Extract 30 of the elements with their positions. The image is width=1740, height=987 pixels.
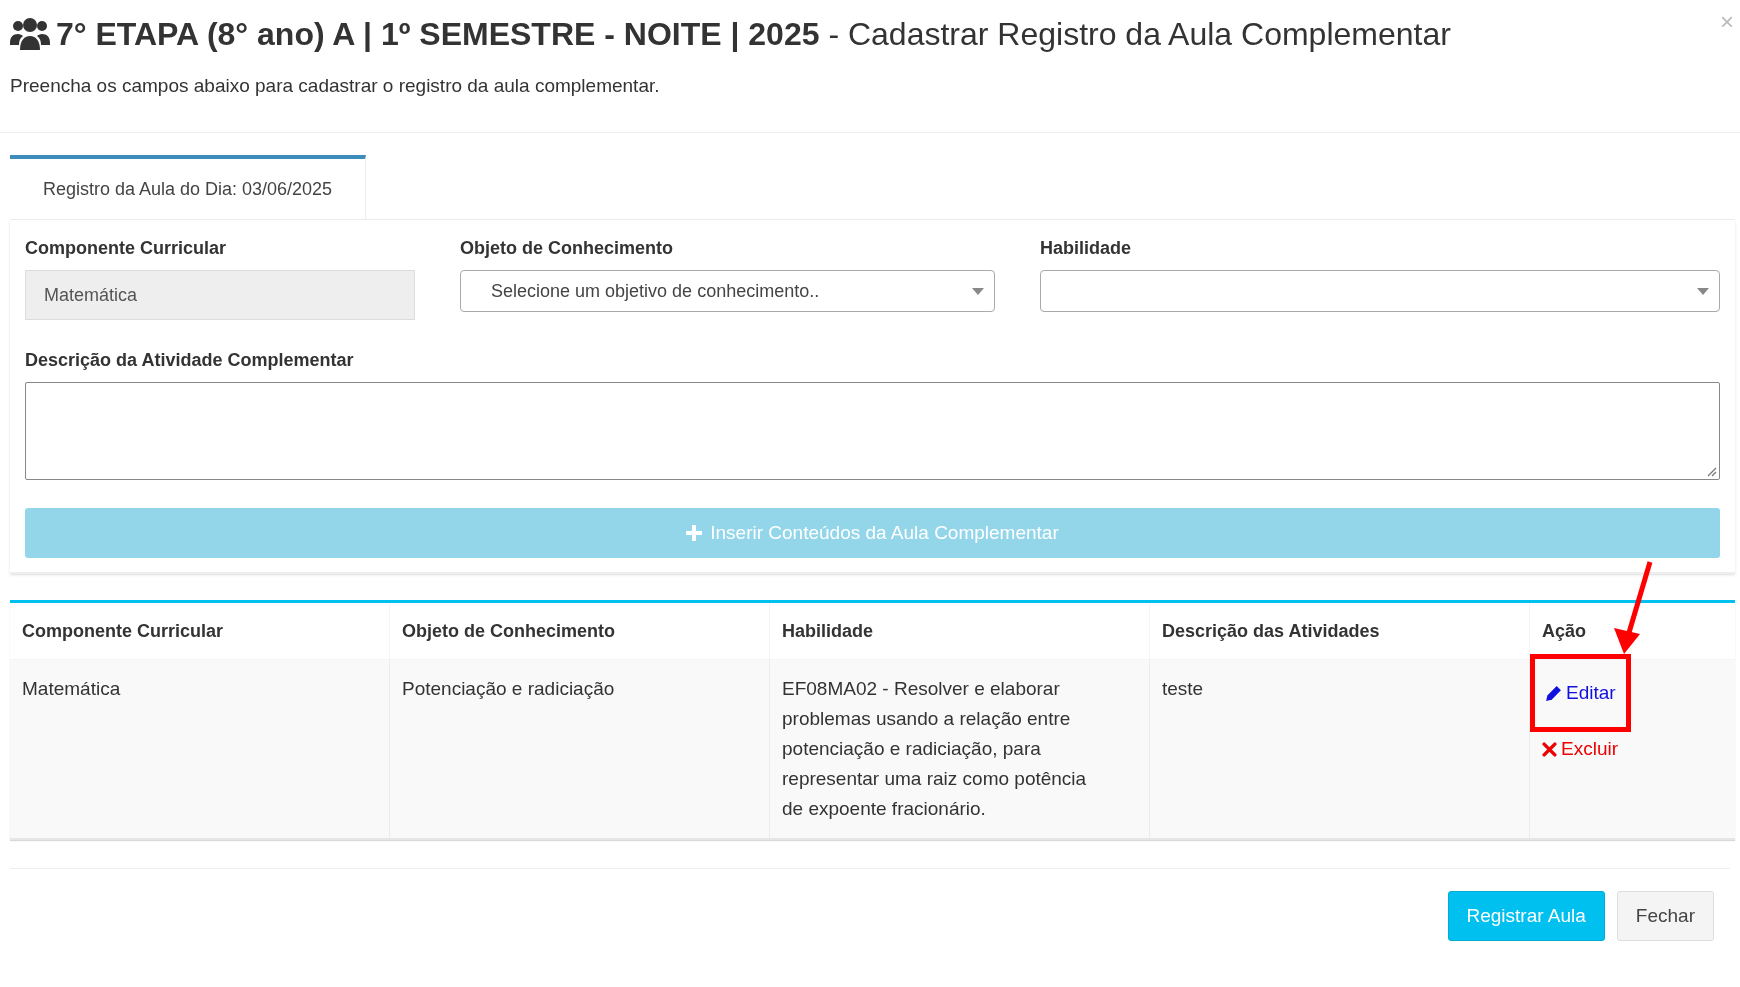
plus-icon (686, 525, 703, 541)
column-header: Ação (1542, 619, 1586, 643)
close-dialog-button[interactable]: Fechar (1616, 891, 1714, 941)
select-field[interactable] (1040, 270, 1720, 312)
column-header: Descrição das Atividades (1162, 619, 1380, 643)
pencil-icon (1545, 684, 1562, 702)
delete-link[interactable]: Excluir (1542, 734, 1618, 764)
resize-grip-icon (1707, 467, 1717, 477)
table-cell-text: Potenciação e radiciação (402, 677, 616, 701)
field-label: Habilidade (1040, 237, 1133, 260)
tab[interactable]: Registro da Aula do Dia: 03/06/2025 (10, 155, 366, 219)
field-label: Objeto de Conhecimento (460, 237, 674, 260)
caret-icon (1697, 287, 1709, 295)
column-header: Componente Curricular (22, 619, 224, 643)
field-label: Descrição da Atividade Complementar (25, 349, 355, 372)
table-cell-text: Matemática (22, 677, 122, 701)
edit-link[interactable]: Editar (1545, 678, 1616, 708)
dialog-title: 7° ETAPA (8° ano) A | 1º SEMESTRE - NOITE | 2025 - Cadastrar Registro da Aula Complementar (56, 15, 1451, 54)
readonly-field: Matemática (25, 270, 415, 320)
users-icon (10, 17, 50, 51)
table-cell-text: teste (1162, 677, 1205, 701)
caret-icon (972, 287, 984, 295)
column-header: Objeto de Conhecimento (402, 619, 615, 643)
field-label: Componente Curricular (25, 237, 228, 260)
x-icon (1542, 741, 1557, 757)
table-cell-text: EF08MA02 - Resolver e elaborar problemas usando a relação entre potenciação e radiciação, para representar uma raiz como potência de expoente fracionário. (782, 677, 1088, 821)
dialog-subtitle: Preencha os campos abaixo para cadastrar o registro da aula complementar. (10, 74, 661, 98)
select-field[interactable]: Selecione um objetivo de conhecimento.. (460, 270, 995, 312)
column-header: Habilidade (782, 619, 874, 643)
textarea-field[interactable] (25, 382, 1720, 480)
